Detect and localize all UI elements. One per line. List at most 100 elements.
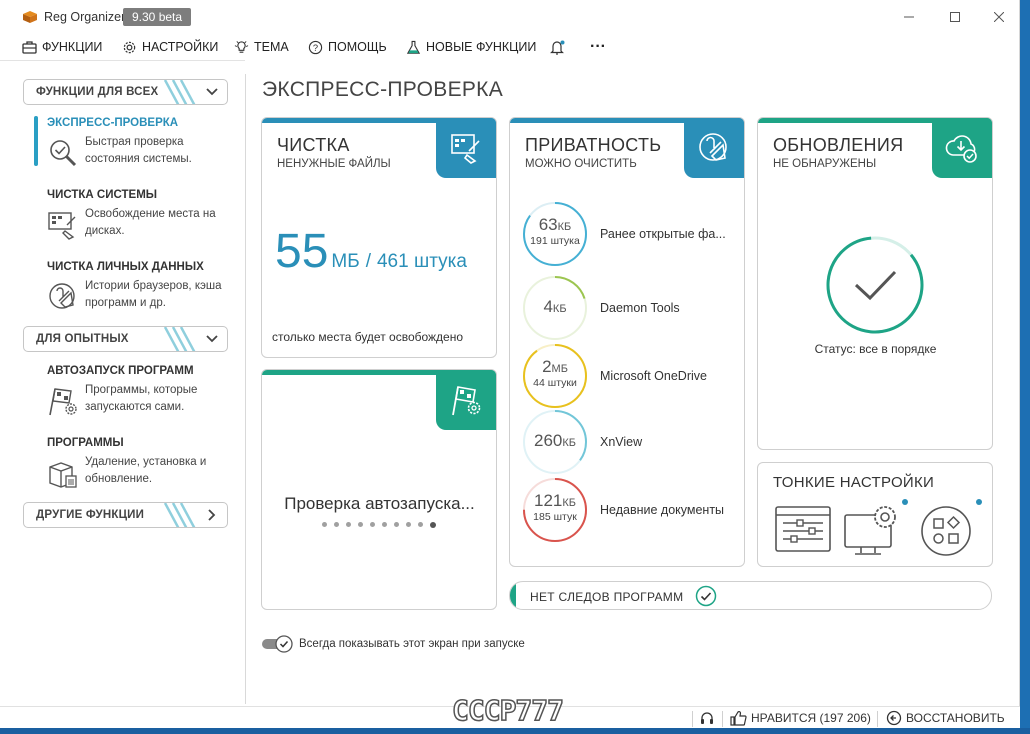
privacy-row-recent-files[interactable]: 63КБ 191 штука Ранее открытые фа...: [522, 201, 744, 267]
sidebar-item-autorun[interactable]: АВТОЗАПУСК ПРОГРАММ Программы, которые з…: [30, 365, 235, 425]
restore-button[interactable]: ВОССТАНОВИТЬ: [886, 710, 1005, 726]
card-subtitle: МОЖНО ОЧИСТИТЬ: [525, 158, 637, 170]
new-indicator-dot: [902, 499, 908, 505]
privacy-row-recent-documents[interactable]: 121КБ 185 штук Недавние документы: [522, 477, 744, 543]
cleanup-badge: [436, 118, 496, 178]
tweaks-card[interactable]: ТОНКИЕ НАСТРОЙКИ: [757, 462, 993, 567]
updates-card[interactable]: ОБНОВЛЕНИЯ НЕ ОБНАРУЖЕНЫ Статус: все в п…: [757, 117, 993, 450]
loading-dot: [322, 522, 327, 527]
notifications-button[interactable]: [549, 37, 571, 57]
menu-functions[interactable]: ФУНКЦИИ: [22, 37, 102, 57]
divider: [692, 711, 693, 727]
support-button[interactable]: [699, 710, 715, 726]
close-button[interactable]: [976, 0, 1022, 34]
menu-functions-label: ФУНКЦИИ: [42, 40, 103, 54]
cleanup-footer: столько места будет освобождено: [272, 330, 464, 344]
autorun-flag-icon: [452, 386, 481, 416]
menu-bar: ФУНКЦИИ НАСТРОЙКИ ТЕМА ? ПОМОЩЬ НОВЫЕ ФУ…: [0, 34, 1020, 60]
windows-taskbar: [0, 728, 1030, 734]
sidebar-item-desc: Удаление, установка и обновление.: [85, 456, 207, 485]
group-functions-for-all[interactable]: ФУНКЦИИ ДЛЯ ВСЕХ: [23, 79, 228, 105]
settings-panel-icon[interactable]: [773, 503, 833, 557]
sidebar-item-programs[interactable]: ПРОГРАММЫ Удаление, установка и обновлен…: [30, 437, 235, 497]
sidebar-item-title: ЧИСТКА СИСТЕМЫ: [47, 189, 158, 201]
headset-icon: [701, 712, 713, 724]
value-unit: КБ: [552, 303, 567, 315]
version-badge: 9.30 beta: [123, 8, 192, 26]
privacy-value: 4КБ: [522, 298, 588, 316]
menu-help[interactable]: ? ПОМОЩЬ: [308, 37, 387, 57]
stripes-decoration: [163, 503, 196, 527]
cleanup-separator: /: [365, 251, 371, 272]
loading-dot: [418, 522, 423, 527]
cleanup-size-unit: МБ: [331, 251, 360, 272]
help-icon: ?: [308, 40, 323, 54]
cleanup-count: 461 штука: [376, 251, 467, 272]
menu-settings-label: НАСТРОЙКИ: [142, 40, 219, 54]
value-count: 185 штук: [533, 511, 577, 523]
sidebar-item-title: ЧИСТКА ЛИЧНЫХ ДАННЫХ: [47, 261, 204, 273]
cloud-download-icon: [945, 135, 977, 163]
watermark-text: СССР777: [451, 693, 565, 728]
minimize-button[interactable]: [886, 0, 932, 34]
sidebar-item-title: ЭКСПРЕСС-ПРОВЕРКА: [47, 117, 179, 129]
sidebar-item-privacy-cleanup[interactable]: ЧИСТКА ЛИЧНЫХ ДАННЫХ Истории браузеров, …: [30, 261, 235, 321]
autorun-loading-text: Проверка автозапуска...: [284, 494, 475, 513]
disk-cleanup-icon: [48, 212, 76, 240]
magnifier-check-icon: [50, 140, 77, 167]
privacy-value: 260КБ: [522, 432, 588, 450]
app-logo-icon: [23, 11, 37, 23]
privacy-card[interactable]: ПРИВАТНОСТЬ МОЖНО ОЧИСТИТЬ 63КБ 191 штука…: [509, 117, 745, 567]
value-unit: МБ: [551, 363, 568, 375]
theme-icon: [234, 40, 249, 53]
no-traces-button[interactable]: НЕТ СЛЕДОВ ПРОГРАММ: [509, 581, 992, 610]
cleanup-card[interactable]: ЧИСТКА НЕНУЖНЫЕ ФАЙЛЫ 55 МБ / 461 штука …: [261, 117, 497, 358]
apps-grid-icon[interactable]: [916, 503, 976, 557]
sidebar-item-title: АВТОЗАПУСК ПРОГРАММ: [47, 365, 194, 377]
sidebar-divider: [245, 74, 246, 704]
stripes-decoration: [163, 327, 196, 351]
menu-theme[interactable]: ТЕМА: [234, 37, 289, 57]
monitor-gear-icon[interactable]: [843, 503, 903, 557]
privacy-item-name: Daemon Tools: [600, 301, 680, 315]
more-menu-button[interactable]: ···: [590, 37, 606, 57]
card-subtitle: НЕ ОБНАРУЖЕНЫ: [773, 158, 877, 170]
loading-dots: [322, 522, 443, 528]
privacy-row-xnview[interactable]: 260КБ XnView: [522, 409, 744, 475]
card-title: ЧИСТКА: [277, 135, 350, 155]
menu-new-features[interactable]: НОВЫЕ ФУНКЦИИ: [406, 37, 536, 57]
menu-new-features-label: НОВЫЕ ФУНКЦИИ: [426, 40, 537, 54]
group-other-functions-label: ДРУГИЕ ФУНКЦИИ: [36, 509, 145, 521]
group-functions-for-all-label: ФУНКЦИИ ДЛЯ ВСЕХ: [36, 86, 159, 98]
privacy-icon: [699, 133, 727, 161]
new-indicator-dot: [976, 499, 982, 505]
menu-settings[interactable]: НАСТРОЙКИ: [122, 37, 218, 57]
sidebar-item-system-cleanup[interactable]: ЧИСТКА СИСТЕМЫ Освобождение места на дис…: [30, 189, 235, 249]
maximize-button[interactable]: [932, 0, 978, 34]
group-other-functions[interactable]: ДРУГИЕ ФУНКЦИИ: [23, 502, 228, 528]
divider: [722, 711, 723, 727]
privacy-value: 121КБ 185 штук: [522, 492, 588, 524]
group-advanced[interactable]: ДЛЯ ОПЫТНЫХ: [23, 326, 228, 352]
loading-dot: [358, 522, 363, 527]
autorun-card[interactable]: Проверка автозапуска...: [261, 369, 497, 610]
privacy-item-name: Недавние документы: [600, 503, 725, 517]
privacy-row-daemon-tools[interactable]: 4КБ Daemon Tools: [522, 275, 744, 341]
like-button[interactable]: НРАВИТСЯ (197 206): [730, 710, 871, 726]
loading-dot: [334, 522, 339, 527]
value-count: 44 штуки: [533, 377, 577, 389]
chevron-down-icon: [206, 335, 218, 343]
toolbox-icon: [22, 41, 37, 54]
sidebar-item-desc: Программы, которые запускаются сами.: [85, 384, 198, 413]
privacy-cleanup-icon: [49, 283, 75, 309]
autorun-flag-icon: [49, 388, 77, 416]
stripes-decoration: [163, 80, 196, 104]
gear-icon: [123, 41, 136, 53]
pill-accent: [510, 582, 516, 609]
show-on-startup-toggle[interactable]: [262, 634, 294, 654]
privacy-row-onedrive[interactable]: 2МБ 44 штуки Microsoft OneDrive: [522, 343, 744, 409]
chevron-right-icon: [208, 509, 216, 521]
value-count: 191 штука: [530, 235, 580, 247]
sidebar-item-express-check[interactable]: ЭКСПРЕСС-ПРОВЕРКА Быстрая проверка состо…: [30, 117, 235, 177]
update-status: Статус: все в порядке: [814, 342, 937, 356]
